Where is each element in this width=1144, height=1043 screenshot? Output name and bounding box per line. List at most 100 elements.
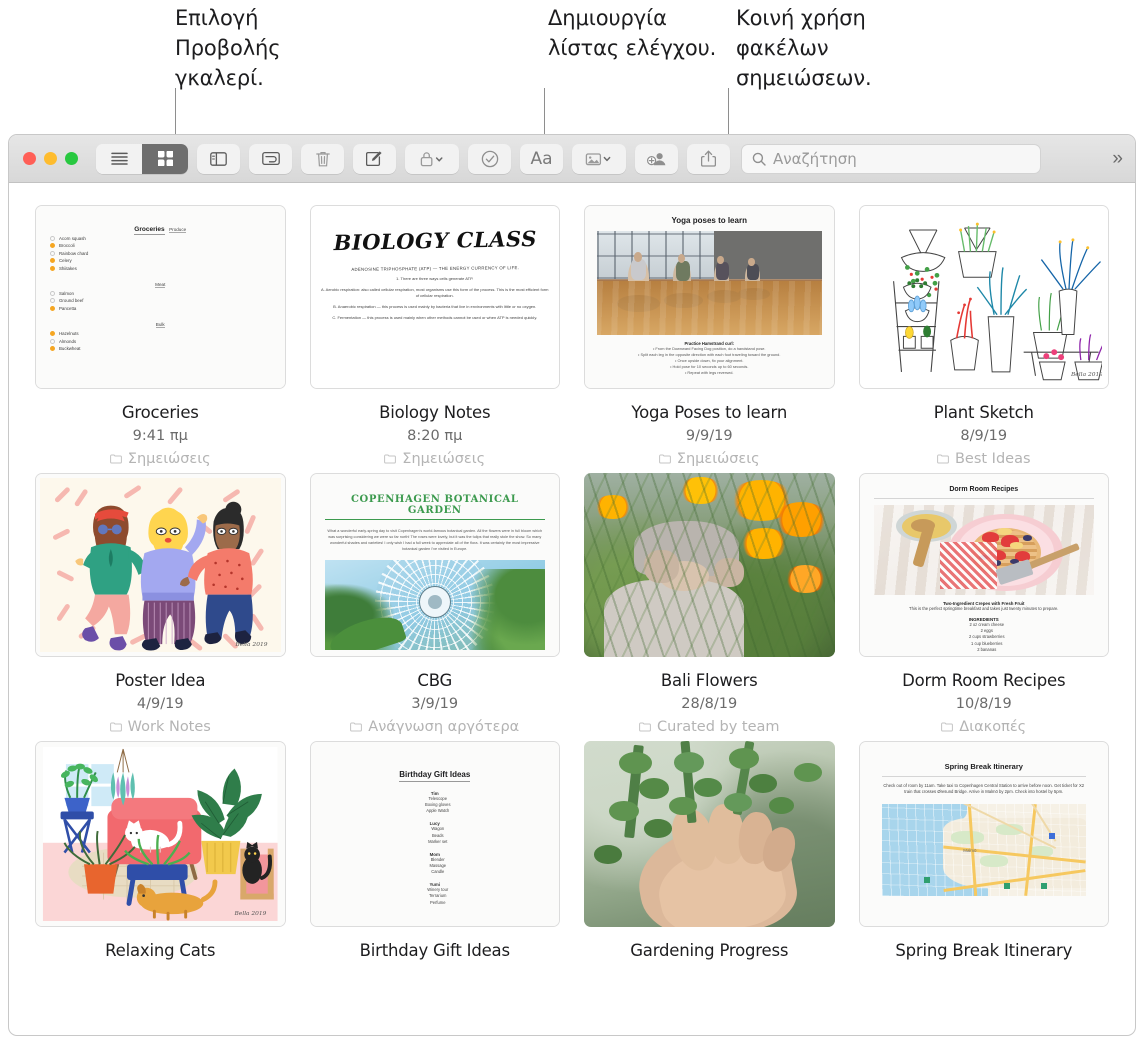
format-button[interactable]: Aa — [520, 143, 563, 174]
gift-item: Candle — [431, 869, 445, 875]
callout-leader-line-1 — [175, 88, 176, 140]
note-thumbnail[interactable]: Bella 2019 — [35, 473, 286, 657]
note-card[interactable]: Gardening Progress — [572, 741, 847, 960]
note-thumbnail[interactable]: Groceries Produce Acorn squash Broccoli … — [35, 205, 286, 389]
note-date: 10/8/19 — [955, 696, 1012, 712]
add-people-button[interactable] — [635, 143, 678, 174]
item-label: Pancetta — [59, 305, 77, 311]
close-button[interactable] — [23, 152, 36, 165]
note-folder: Ανάγνωση αργότερα — [310, 719, 561, 735]
photo-note-preview: Yoga poses to learn Practice Hamstrand c… — [585, 206, 834, 388]
list-view-button[interactable] — [96, 143, 142, 174]
checkbox-icon — [50, 345, 55, 351]
zoom-button[interactable] — [65, 152, 78, 165]
gallery-view-button[interactable] — [142, 143, 188, 174]
checklist-button[interactable] — [468, 143, 511, 174]
preview-heading: Dorm Room Recipes — [949, 486, 1019, 493]
share-icon — [701, 150, 716, 167]
note-thumbnail[interactable]: Dorm Room Recipes Two-Ingredient Crepes … — [858, 473, 1109, 657]
note-card[interactable]: Bella 2019 Poster Idea 4/9/19 Work Notes — [23, 473, 298, 735]
plants-illustration: Bella 2019 — [892, 222, 1107, 381]
checkbox-icon — [50, 290, 55, 296]
note-title: Biology Notes — [379, 403, 491, 422]
note-card[interactable]: Dorm Room Recipes Two-Ingredient Crepes … — [847, 473, 1122, 735]
note-card[interactable]: Birthday Gift Ideas Tim Telescope Boxing… — [298, 741, 573, 960]
note-date: 28/8/19 — [681, 696, 738, 712]
preview-image — [873, 504, 1094, 595]
handwriting-preview: BIOLOGY CLASS ADENOSINE TRIPHOSPHATE (AT… — [310, 206, 559, 388]
share-button[interactable] — [687, 143, 730, 174]
lock-button[interactable] — [405, 143, 459, 174]
folder-label: Ανάγνωση αργότερα — [368, 719, 520, 735]
media-button[interactable] — [572, 143, 626, 174]
grid-icon — [157, 151, 173, 166]
list-icon — [110, 152, 128, 165]
note-thumbnail[interactable]: Bella 2019 — [858, 205, 1109, 389]
toolbar-overflow-button[interactable]: » — [1112, 149, 1125, 168]
folder-new-icon — [261, 151, 280, 166]
note-folder: Work Notes — [35, 719, 286, 735]
note-thumbnail[interactable] — [584, 741, 835, 927]
note-card[interactable]: COPENHAGEN BOTANICAL GARDEN What a wonde… — [298, 473, 573, 735]
note-date: 4/9/19 — [136, 696, 184, 712]
checklist-item: Celery — [50, 258, 271, 264]
note-thumbnail[interactable]: Yoga poses to learn Practice Hamstrand c… — [584, 205, 835, 389]
note-card[interactable]: Bali Flowers 28/8/19 Curated by team — [572, 473, 847, 735]
note-title: Birthday Gift Ideas — [359, 941, 510, 960]
note-date: 8:20 πμ — [407, 428, 463, 444]
divider — [881, 776, 1086, 777]
minimize-button[interactable] — [44, 152, 57, 165]
folder-icon — [639, 722, 651, 732]
view-switcher — [96, 143, 188, 174]
section-label: Bulk — [155, 322, 165, 329]
delete-button[interactable] — [301, 143, 344, 174]
sidebar-toggle-button[interactable] — [197, 143, 240, 174]
map-note-preview: Spring Break Itinerary Check out of room… — [859, 742, 1108, 926]
preview-line: B. Anaerobic respiration — this process … — [333, 304, 537, 309]
item-label: Acorn squash — [59, 236, 86, 241]
photo-icon — [585, 152, 611, 165]
search-field[interactable]: Αναζήτηση — [741, 143, 1041, 174]
checklist-item: Shiitakes — [50, 265, 271, 271]
note-title: Dorm Room Recipes — [902, 671, 1066, 690]
recipe-preview: Dorm Room Recipes Two-Ingredient Crepes … — [859, 474, 1108, 656]
note-thumbnail[interactable]: BIOLOGY CLASS ADENOSINE TRIPHOSPHATE (AT… — [309, 205, 560, 389]
note-thumbnail[interactable]: Spring Break Itinerary Check out of room… — [858, 741, 1109, 927]
preview-heading: Birthday Gift Ideas — [399, 770, 471, 782]
note-card[interactable]: BIOLOGY CLASS ADENOSINE TRIPHOSPHATE (AT… — [298, 205, 573, 467]
note-thumbnail[interactable]: COPENHAGEN BOTANICAL GARDEN What a wonde… — [309, 473, 560, 657]
compose-button[interactable] — [353, 143, 396, 174]
callout-annotations: Επιλογή Προβολής γκαλερί. Δημιουργία λίσ… — [0, 0, 1144, 140]
note-card[interactable]: Bella 2019 Relaxing Cats — [23, 741, 298, 960]
note-title: Spring Break Itinerary — [895, 941, 1073, 960]
folder-icon — [658, 454, 671, 464]
room-illustration-preview: Bella 2019 — [36, 742, 285, 926]
note-title: CBG — [417, 671, 453, 690]
preview-line: C. Fermentation — this process is used m… — [332, 315, 538, 320]
folder-icon — [384, 454, 397, 464]
checklist-item: Hazelnuts — [50, 331, 271, 337]
folder-label: Best Ideas — [954, 451, 1031, 467]
preview-image — [324, 560, 545, 651]
trash-icon — [315, 151, 330, 166]
note-card[interactable]: Spring Break Itinerary Check out of room… — [847, 741, 1122, 960]
preview-heading: COPENHAGEN BOTANICAL GARDEN — [324, 494, 545, 520]
item-label: Celery — [59, 258, 72, 264]
note-card[interactable]: Groceries Produce Acorn squash Broccoli … — [23, 205, 298, 467]
friends-illustration: Bella 2019 — [40, 478, 281, 652]
note-folder: Σημειώσεις — [584, 451, 835, 467]
item-label: Rainbow chard — [59, 250, 89, 256]
note-card[interactable]: Bella 2019 Plant Sketch 8/9/19 Best Idea… — [847, 205, 1122, 467]
notes-gallery: Groceries Produce Acorn squash Broccoli … — [9, 183, 1135, 966]
preview-image — [584, 741, 835, 927]
checkbox-icon — [50, 338, 55, 344]
compose-icon — [366, 150, 382, 166]
checklist-item: Salmon — [50, 290, 271, 296]
note-card[interactable]: Yoga poses to learn Practice Hamstrand c… — [572, 205, 847, 467]
new-folder-button[interactable] — [249, 143, 292, 174]
note-thumbnail[interactable]: Birthday Gift Ideas Tim Telescope Boxing… — [309, 741, 560, 927]
note-thumbnail[interactable]: Bella 2019 — [35, 741, 286, 927]
note-thumbnail[interactable] — [584, 473, 835, 657]
callout-gallery-view: Επιλογή Προβολής γκαλερί. — [175, 6, 281, 90]
note-date: 9/9/19 — [685, 428, 733, 444]
